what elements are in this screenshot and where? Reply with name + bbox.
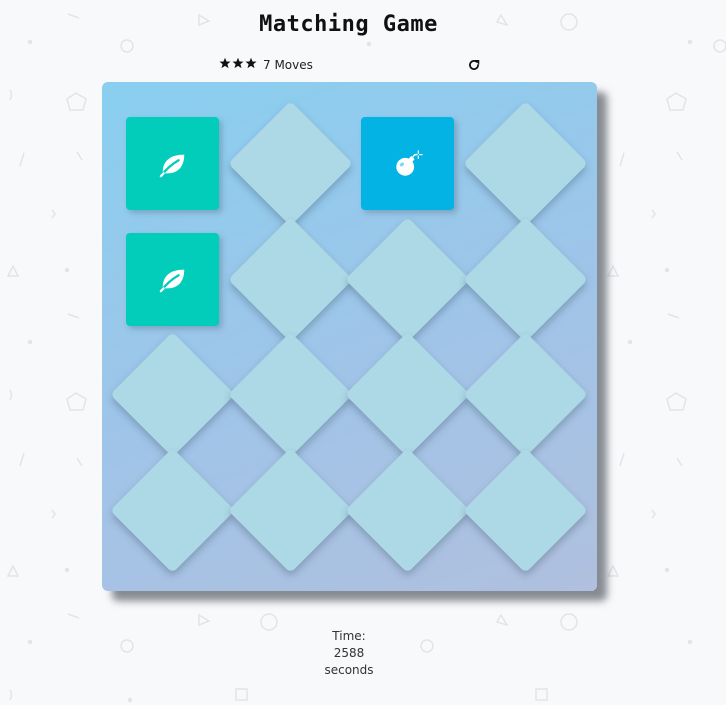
card-hidden[interactable] xyxy=(462,216,588,342)
card-hidden[interactable] xyxy=(345,216,470,342)
card-hidden[interactable] xyxy=(227,216,353,342)
card-hidden[interactable] xyxy=(345,332,470,457)
restart-icon xyxy=(469,60,480,70)
card-match[interactable] xyxy=(126,117,219,210)
timer-label: Time: xyxy=(332,629,366,643)
star-icon xyxy=(232,57,244,69)
leaf-icon xyxy=(158,149,188,179)
score-panel: 7 Moves xyxy=(219,57,481,73)
card-open[interactable] xyxy=(361,117,454,210)
card-hidden[interactable] xyxy=(110,332,235,457)
star-rating xyxy=(219,57,257,69)
card-hidden[interactable] xyxy=(227,332,353,457)
bomb-icon xyxy=(393,149,423,179)
card-hidden[interactable] xyxy=(345,447,470,573)
timer: Time: 2588 seconds xyxy=(298,628,400,679)
timer-unit: seconds xyxy=(324,663,374,677)
card-hidden[interactable] xyxy=(462,447,588,573)
card-hidden[interactable] xyxy=(462,101,588,226)
card-match[interactable] xyxy=(126,232,219,326)
card-hidden[interactable] xyxy=(227,447,353,573)
restart-button[interactable] xyxy=(467,58,481,72)
timer-value: 2588 xyxy=(333,646,365,660)
star-icon xyxy=(219,57,231,69)
page-title: Matching Game xyxy=(259,12,438,37)
leaf-icon xyxy=(158,264,188,294)
card-hidden[interactable] xyxy=(462,332,588,457)
card-deck xyxy=(102,82,597,591)
star-icon xyxy=(245,57,257,69)
card-hidden[interactable] xyxy=(227,101,353,226)
card-hidden[interactable] xyxy=(110,447,235,573)
moves-counter: 7 Moves xyxy=(263,58,313,72)
